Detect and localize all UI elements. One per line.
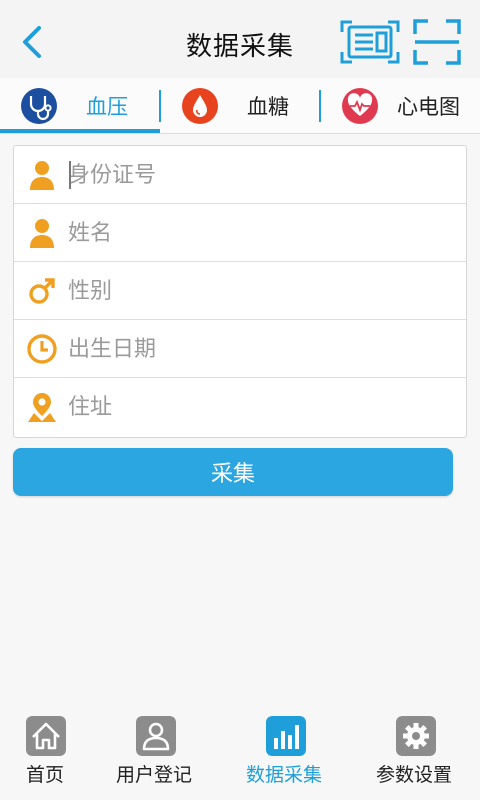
gender-input[interactable] [68,270,458,312]
patient-info-form [13,145,467,438]
tab-blood-glucose[interactable]: 血糖 [161,78,319,134]
birth-date-row [14,320,466,378]
text-cursor [69,161,71,189]
address-row [14,378,466,436]
scan-frame-icon[interactable] [412,18,462,66]
tab-label: 血糖 [247,95,289,119]
bar-chart-icon [266,716,306,756]
home-icon [26,716,66,756]
birth-date-input[interactable] [68,328,458,370]
id-number-row [14,146,466,204]
person-icon [30,219,54,248]
nav-item-user-registration[interactable]: 用户登记 [100,708,210,800]
name-row [14,204,466,262]
tab-label: 心电图 [397,95,460,119]
gender-row [14,262,466,320]
person-icon [30,161,54,190]
male-symbol-icon [29,278,55,304]
header: 数据采集 [0,0,480,78]
tab-blood-pressure[interactable]: 血压 [0,78,160,134]
active-tab-indicator [0,129,160,133]
nav-item-data-collection[interactable]: 数据采集 [230,708,340,800]
id-card-reader-icon[interactable] [340,18,400,66]
clock-icon [27,334,57,364]
name-input[interactable] [68,212,458,254]
heart-pulse-icon [342,88,378,124]
tab-label: 血压 [86,95,128,119]
address-input[interactable] [68,386,458,428]
bottom-nav: 首页 用户登记 数据采集 参数设置 [0,708,480,800]
nav-item-home[interactable]: 首页 [0,708,92,800]
stethoscope-icon [21,88,57,124]
nav-label: 用户登记 [116,764,193,786]
nav-item-settings[interactable]: 参数设置 [360,708,470,800]
blood-drop-icon [182,88,218,124]
user-icon [136,716,176,756]
page-title: 数据采集 [185,32,294,62]
measurement-tabs: 血压 血糖 心电图 [0,78,480,134]
nav-label: 参数设置 [376,764,453,786]
location-pin-icon [28,393,56,422]
collect-button[interactable]: 采集 [13,448,453,496]
nav-label: 首页 [26,764,65,786]
gear-icon [396,716,436,756]
tab-ecg[interactable]: 心电图 [321,78,480,134]
id-number-input[interactable] [68,154,458,196]
nav-label: 数据采集 [246,764,323,786]
